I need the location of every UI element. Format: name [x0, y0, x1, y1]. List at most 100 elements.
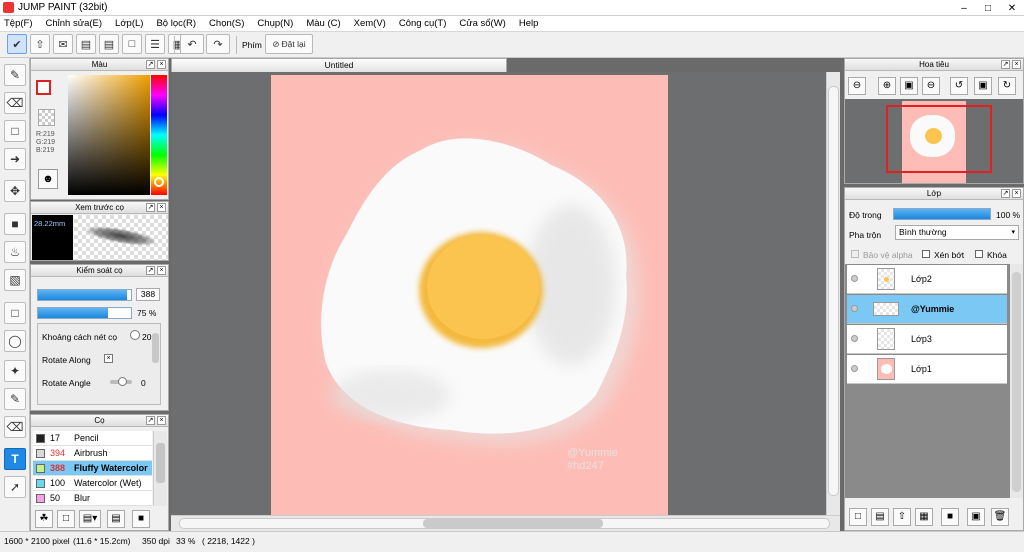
layer-list-scrollbar[interactable]	[1010, 264, 1023, 498]
minimize-icon[interactable]: –	[952, 0, 976, 16]
canvas-horizontal-scrollbar[interactable]	[171, 515, 840, 531]
rotate-right-icon[interactable]: ↻	[998, 77, 1016, 95]
select-pen-icon[interactable]: ✎	[4, 388, 26, 410]
layer-row-selected[interactable]: @Yummie	[847, 295, 1007, 324]
layer-row[interactable]: Lớp2	[847, 265, 1007, 294]
panel-close-icon[interactable]: ×	[1012, 60, 1021, 69]
brush-tool-icon[interactable]: ✎	[4, 64, 26, 86]
brush-list-scrollbar[interactable]	[153, 431, 167, 506]
rotate-angle-handle[interactable]	[118, 377, 127, 386]
transparent-color-swatch[interactable]	[38, 109, 55, 126]
panel-float-icon[interactable]: ↗	[146, 203, 155, 212]
new-layer-icon[interactable]: □	[849, 508, 867, 526]
list-icon[interactable]: ☰	[145, 34, 165, 54]
zoom-in-icon[interactable]: ⊕	[878, 77, 896, 95]
brush-size-slider[interactable]	[37, 289, 132, 301]
brush-item-selected[interactable]: 388 Fluffy Watercolor	[33, 461, 152, 476]
message-icon[interactable]: ▤	[76, 34, 96, 54]
page-icon[interactable]: □	[122, 34, 142, 54]
upload-icon[interactable]: ⇧	[30, 34, 50, 54]
layer-opacity-slider[interactable]	[893, 208, 991, 220]
rotate-left-icon[interactable]: ↺	[950, 77, 968, 95]
rotate-along-checkbox[interactable]: ×	[104, 354, 113, 363]
menu-edit[interactable]: Chỉnh sửa(E)	[46, 18, 103, 29]
brush-folder-icon[interactable]: ■	[132, 510, 150, 528]
menu-view[interactable]: Xem(V)	[354, 18, 386, 29]
lasso-tool-icon[interactable]: ◯	[4, 330, 26, 352]
menu-capture[interactable]: Chụp(N)	[257, 18, 293, 29]
palette-icon[interactable]: ☻	[38, 169, 58, 189]
clip-checkbox[interactable]	[922, 250, 930, 258]
eye-icon[interactable]	[851, 275, 858, 282]
move-tool-icon[interactable]: ✥	[4, 180, 26, 202]
menu-select[interactable]: Chọn(S)	[209, 18, 244, 29]
undo-icon[interactable]: ↶	[180, 34, 204, 54]
menu-color[interactable]: Màu (C)	[306, 18, 340, 29]
brush-item[interactable]: 100 Watercolor (Wet)	[33, 476, 152, 491]
flip-icon[interactable]: ▣	[974, 77, 992, 95]
check-icon[interactable]: ✔	[7, 34, 27, 54]
maximize-icon[interactable]: □	[976, 0, 1000, 16]
fit-screen-icon[interactable]: ▣	[900, 77, 918, 95]
document-tab[interactable]: Untitled	[171, 58, 507, 72]
brush-item[interactable]: 394 Airbrush	[33, 446, 152, 461]
rectangle-select-icon[interactable]: □	[4, 120, 26, 142]
panel-float-icon[interactable]: ↗	[146, 416, 155, 425]
saturation-value-picker[interactable]	[68, 75, 150, 195]
text-tool-icon[interactable]: T	[4, 448, 26, 470]
menu-filter[interactable]: Bộ lọc(R)	[156, 18, 196, 29]
marquee-tool-icon[interactable]: □	[4, 302, 26, 324]
brush-copy-icon[interactable]: ▤	[107, 510, 125, 528]
horizontal-scroll-thumb[interactable]	[423, 519, 603, 528]
panel-float-icon[interactable]: ↗	[146, 266, 155, 275]
layer-copy-icon[interactable]: ⇧	[893, 508, 911, 526]
eye-icon[interactable]	[851, 335, 858, 342]
document-icon[interactable]: ▤	[99, 34, 119, 54]
new-brush-icon[interactable]: □	[57, 510, 75, 528]
panel-close-icon[interactable]: ×	[157, 203, 166, 212]
panel-close-icon[interactable]: ×	[157, 416, 166, 425]
panel-float-icon[interactable]: ↗	[1001, 189, 1010, 198]
layer-folder-icon[interactable]: ■	[941, 508, 959, 526]
navigator-preview[interactable]	[845, 99, 1023, 183]
zoom-out-icon[interactable]: ⊖	[848, 77, 866, 95]
layer-row[interactable]: Lớp1	[847, 355, 1007, 384]
panel-close-icon[interactable]: ×	[157, 266, 166, 275]
vertical-scroll-thumb[interactable]	[828, 86, 839, 496]
redo-icon[interactable]: ↷	[206, 34, 230, 54]
spacing-knob[interactable]	[130, 330, 140, 340]
brush-item[interactable]: 17 Pencil	[33, 431, 152, 446]
layer-merge-icon[interactable]: ▣	[967, 508, 985, 526]
menu-layer[interactable]: Lớp(L)	[115, 18, 143, 29]
brush-opacity-slider[interactable]	[37, 307, 132, 319]
zoom-actual-icon[interactable]: ⊖	[922, 77, 940, 95]
brush-size-value[interactable]: 388	[136, 288, 160, 301]
panel-float-icon[interactable]: ↗	[1001, 60, 1010, 69]
canvas-vertical-scrollbar[interactable]	[826, 72, 840, 517]
panel-close-icon[interactable]: ×	[1012, 189, 1021, 198]
brush-material-icon[interactable]: ☘	[35, 510, 53, 528]
new-layer-menu-icon[interactable]: ▤	[871, 508, 889, 526]
brush-menu-icon[interactable]: ▤▾	[79, 510, 101, 528]
lock-checkbox[interactable]	[975, 250, 983, 258]
select-eraser-icon[interactable]: ⌫	[4, 416, 26, 438]
layer-row[interactable]: Lớp3	[847, 325, 1007, 354]
hue-slider-handle[interactable]	[154, 177, 164, 187]
operation-tool-icon[interactable]: ➚	[4, 476, 26, 498]
comment-icon[interactable]: ✉	[53, 34, 73, 54]
foreground-color-swatch[interactable]	[36, 80, 51, 95]
delete-layer-icon[interactable]: 🗑	[991, 508, 1009, 526]
menu-file[interactable]: Tệp(F)	[4, 18, 33, 29]
close-icon[interactable]: ✕	[1000, 0, 1024, 16]
panel-float-icon[interactable]: ↗	[146, 60, 155, 69]
menu-window[interactable]: Cửa sổ(W)	[459, 18, 505, 29]
blend-mode-select[interactable]: Bình thường ▾	[895, 225, 1019, 240]
menu-tools[interactable]: Công cụ(T)	[399, 18, 447, 29]
canvas-document[interactable]: @Yummie #hd247	[271, 75, 668, 515]
fill-rect-icon[interactable]: ■	[4, 213, 26, 235]
eye-icon[interactable]	[851, 365, 858, 372]
bucket-tool-icon[interactable]: ♨	[4, 241, 26, 263]
navigator-viewport-frame[interactable]	[886, 105, 992, 173]
layer-list-scroll-thumb[interactable]	[1012, 272, 1021, 492]
reset-button[interactable]: ⊘ Đặt lại	[265, 34, 313, 54]
